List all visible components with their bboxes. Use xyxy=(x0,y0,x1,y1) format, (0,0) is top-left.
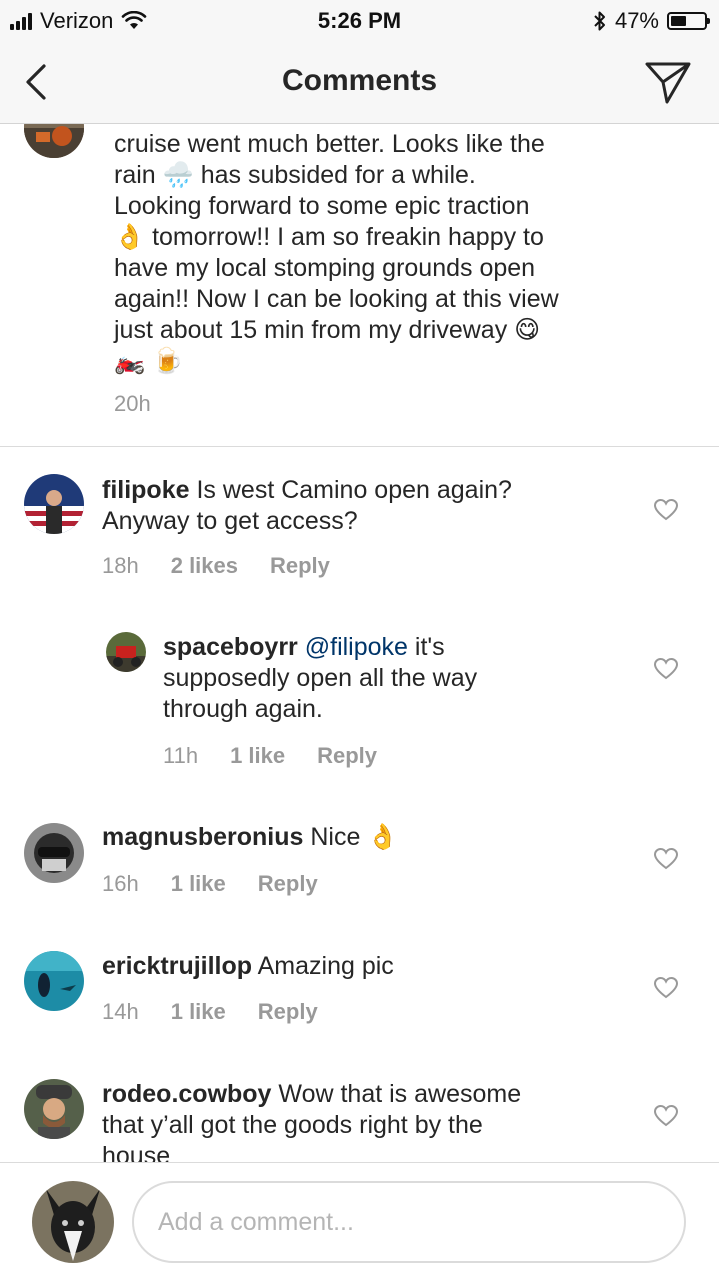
avatar[interactable] xyxy=(106,632,146,672)
comment-body: supposedly open all the way xyxy=(163,664,478,692)
comment-body: Amazing pic xyxy=(257,952,394,980)
current-user-avatar xyxy=(32,1181,114,1263)
comment-meta: 14h 1 like Reply xyxy=(102,999,318,1025)
comment-username[interactable]: ericktrujillop xyxy=(102,952,252,980)
send-direct-icon[interactable] xyxy=(643,58,693,106)
caption-line: just about 15 min from my driveway 😋 xyxy=(114,316,541,344)
comment-text: filipoke Is west Camino open again? Anyw… xyxy=(102,475,622,537)
caption-line: rain 🌧️ has subsided for a while. xyxy=(114,161,476,189)
comment-body: Anyway to get access? xyxy=(102,507,358,535)
avatar[interactable] xyxy=(24,124,84,158)
likes-count[interactable]: 1 like xyxy=(171,999,226,1025)
battery-icon xyxy=(667,12,710,30)
likes-count[interactable]: 1 like xyxy=(171,871,226,897)
comment-body: house xyxy=(102,1142,171,1162)
comment-body: Nice 👌 xyxy=(310,823,399,851)
comment-meta: 18h 2 likes Reply xyxy=(102,553,330,579)
caption-line: have my local stomping grounds open xyxy=(114,254,536,282)
comment-composer xyxy=(0,1162,719,1278)
comment-input[interactable] xyxy=(132,1181,686,1263)
comment-username[interactable]: spaceboyrr xyxy=(163,633,298,661)
bluetooth-icon xyxy=(594,11,605,31)
caption-line: 🏍️ 🍺 xyxy=(114,347,184,375)
page-title: Comments xyxy=(281,64,438,97)
caption-meta: 20h xyxy=(114,391,151,417)
timestamp: 14h xyxy=(102,999,139,1024)
timestamp: 18h xyxy=(102,553,139,578)
caption-line: 👌 tomorrow!! I am so freakin happy to xyxy=(114,223,544,251)
mention-link[interactable]: @filipoke xyxy=(305,633,408,661)
status-bar: Verizon 5:26 PM 47% xyxy=(0,0,719,40)
timestamp: 11h xyxy=(163,743,199,768)
comment-text: rodeo.cowboy Wow that is awesome that y’… xyxy=(102,1079,622,1162)
comment-text: ericktrujillop Amazing pic xyxy=(102,951,622,982)
avatar[interactable] xyxy=(24,823,84,883)
reply-button[interactable]: Reply xyxy=(270,553,330,579)
likes-count[interactable]: 2 likes xyxy=(171,553,238,579)
comment-text: magnusberonius Nice 👌 xyxy=(102,822,622,853)
reply-button[interactable]: Reply xyxy=(258,999,318,1025)
heart-icon[interactable] xyxy=(653,657,679,681)
battery-percent: 47% xyxy=(614,8,659,33)
timestamp: 20h xyxy=(114,391,151,416)
avatar[interactable] xyxy=(24,1079,84,1139)
heart-icon[interactable] xyxy=(653,498,679,522)
timestamp: 16h xyxy=(102,871,139,896)
avatar[interactable] xyxy=(24,474,84,534)
comment-body: Is west Camino open again? xyxy=(196,476,512,504)
comment-username[interactable]: filipoke xyxy=(102,476,190,504)
caption-line: Looking forward to some epic traction xyxy=(114,192,530,220)
comment-body: that y’all got the goods right by the xyxy=(102,1111,483,1139)
comment-meta: 16h 1 like Reply xyxy=(102,871,318,897)
nav-bar: Comments xyxy=(0,40,719,124)
caption-line: again!! Now I can be looking at this vie… xyxy=(114,285,559,313)
comment-username[interactable]: rodeo.cowboy xyxy=(102,1080,271,1108)
avatar[interactable] xyxy=(24,951,84,1011)
caption-text: cruise went much better. Looks like the … xyxy=(114,129,634,377)
caption-line: cruise went much better. Looks like the xyxy=(114,130,545,158)
reply-button[interactable]: Reply xyxy=(317,743,377,769)
likes-count[interactable]: 1 like xyxy=(230,743,285,769)
comment-body: it's xyxy=(414,633,445,661)
comment-text: spaceboyrr @filipoke it's supposedly ope… xyxy=(163,632,633,725)
reply-button[interactable]: Reply xyxy=(258,871,318,897)
comments-list[interactable]: cruise went much better. Looks like the … xyxy=(0,124,719,1162)
heart-icon[interactable] xyxy=(653,1104,679,1128)
heart-icon[interactable] xyxy=(653,847,679,871)
comment-meta: 11h 1 like Reply xyxy=(163,743,377,769)
comment-body: Wow that is awesome xyxy=(278,1080,522,1108)
divider xyxy=(0,446,719,447)
comment-body: through again. xyxy=(163,695,323,723)
comment-username[interactable]: magnusberonius xyxy=(102,823,303,851)
heart-icon[interactable] xyxy=(653,976,679,1000)
